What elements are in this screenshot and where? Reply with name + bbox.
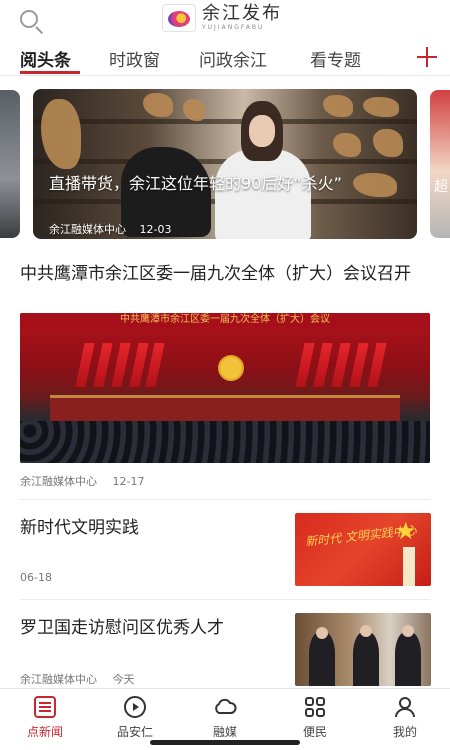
news-meta: 余江融媒体中心 12-17 [20, 473, 156, 489]
news-thumbnail: 新时代 文明实践中心 ★ [295, 513, 431, 586]
news-thumbnail [295, 613, 431, 686]
nav-services[interactable]: 便民 [270, 693, 360, 745]
tab-topics[interactable]: 看专题 [310, 46, 361, 71]
news-date: 12-17 [112, 475, 145, 488]
carousel-meta: 余江融媒体中心 12-03 [49, 221, 181, 237]
logo-subtitle: YUJIANGFABU [202, 24, 265, 31]
nav-media[interactable]: 融媒 [180, 693, 270, 745]
person-icon [395, 697, 415, 718]
logo-title: 余江发布 [202, 3, 282, 24]
tab-ask-government[interactable]: 问政余江 [199, 46, 267, 71]
nav-label: 我的 [392, 725, 417, 739]
nav-label: 品安仁 [116, 725, 153, 739]
headline-carousel[interactable]: 直播带货，余江这位年轻的90后好“杀火” 余江融媒体中心 12-03 超 [0, 86, 450, 242]
news-image: 中共鹰潭市余江区委一届九次全体（扩大）会议 [20, 313, 430, 463]
search-icon[interactable] [18, 8, 46, 36]
tab-politics[interactable]: 时政窗 [109, 46, 160, 71]
news-source: 余江融媒体中心 [20, 673, 97, 686]
add-channel-icon[interactable] [415, 42, 441, 72]
news-item[interactable]: 罗卫国走访慰问区优秀人才 余江融媒体中心 今天 [0, 600, 450, 690]
active-tab-indicator [20, 71, 80, 74]
nav-news[interactable]: 点新闻 [0, 693, 90, 745]
news-item[interactable]: 新时代文明实践 06-18 新时代 文明实践中心 ★ [0, 500, 450, 600]
nav-label: 点新闻 [26, 725, 63, 739]
tab-headlines[interactable]: 阅头条 [20, 46, 71, 71]
next-card-glyph: 超 [434, 179, 448, 195]
nav-profile[interactable]: 我的 [360, 693, 450, 745]
cloud-icon [215, 698, 237, 714]
news-title: 中共鹰潭市余江区委一届九次全体（扩大）会议召开 [20, 264, 411, 284]
news-title: 罗卫国走访慰问区优秀人才 [20, 618, 224, 638]
news-list-icon [34, 696, 56, 718]
emblem-icon [218, 355, 244, 381]
carousel-source: 余江融媒体中心 [49, 223, 126, 236]
carousel-next-card[interactable]: 超 [430, 90, 450, 238]
news-meta: 余江融媒体中心 今天 [20, 671, 147, 687]
nav-label: 便民 [302, 725, 327, 739]
star-icon: ★ [395, 517, 417, 545]
nav-label: 融媒 [212, 725, 237, 739]
play-circle-icon [124, 696, 146, 718]
app-logo: 余江发布 YUJIANGFABU [162, 4, 282, 32]
host-figure [203, 101, 313, 239]
news-date: 06-18 [20, 571, 52, 584]
news-item[interactable]: 中共鹰潭市余江区委一届九次全体（扩大）会议召开 中共鹰潭市余江区委一届九次全体（… [0, 256, 450, 500]
news-date: 今天 [112, 673, 135, 686]
carousel-main-card[interactable]: 直播带货，余江这位年轻的90后好“杀火” 余江融媒体中心 12-03 [33, 89, 417, 239]
meeting-banner: 中共鹰潭市余江区委一届九次全体（扩大）会议 [20, 313, 430, 327]
carousel-date: 12-03 [139, 223, 172, 236]
news-title: 新时代文明实践 [20, 518, 139, 538]
carousel-prev-card[interactable] [0, 90, 20, 238]
news-source: 余江融媒体中心 [20, 475, 97, 488]
logo-mark-icon [162, 4, 196, 32]
home-indicator [150, 740, 300, 745]
app-header: 余江发布 YUJIANGFABU [0, 0, 450, 40]
channel-tabs: 阅头条 时政窗 问政余江 看专题 [0, 42, 450, 76]
grid-icon [305, 697, 325, 717]
carousel-title: 直播带货，余江这位年轻的90后好“杀火” [49, 174, 342, 193]
nav-anren[interactable]: 品安仁 [90, 693, 180, 745]
